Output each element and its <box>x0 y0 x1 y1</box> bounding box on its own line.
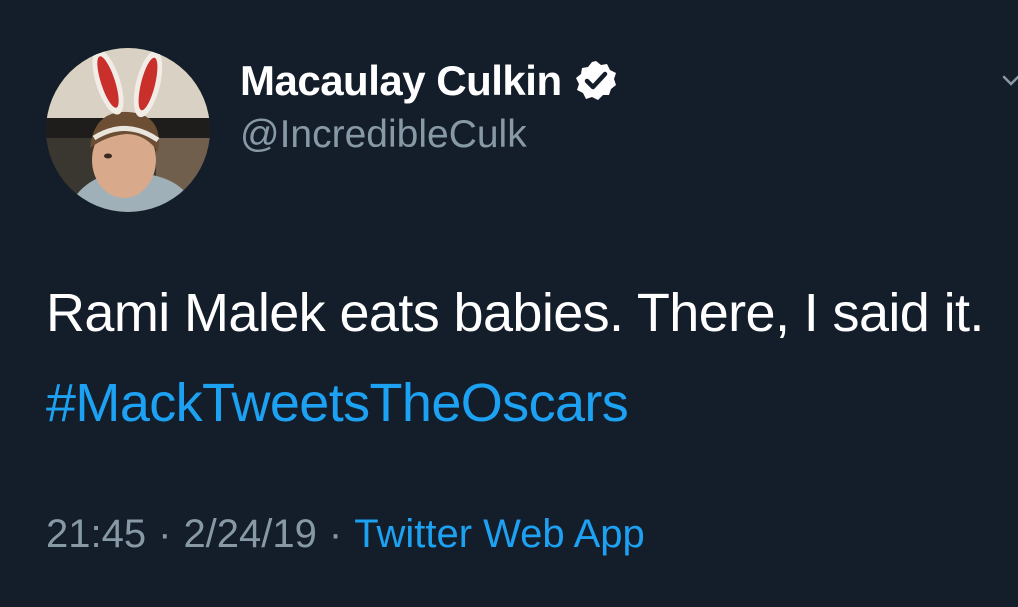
tweet-text: Rami Malek eats babies. There, I said it… <box>46 268 986 448</box>
tweet-source-link[interactable]: Twitter Web App <box>354 512 645 557</box>
hashtag-link[interactable]: #MackTweetsTheOscars <box>46 373 629 433</box>
verified-badge-icon <box>574 59 618 103</box>
display-name[interactable]: Macaulay Culkin <box>240 57 562 105</box>
display-name-row: Macaulay Culkin <box>240 57 618 105</box>
tweet-card: Macaulay Culkin @IncredibleCulk Rami Mal… <box>0 0 1018 607</box>
chevron-down-icon[interactable] <box>1000 70 1018 92</box>
avatar[interactable] <box>46 48 210 212</box>
meta-separator: · <box>158 512 172 556</box>
tweet-time[interactable]: 21:45 <box>46 512 146 557</box>
tweet-date[interactable]: 2/24/19 <box>183 512 316 557</box>
meta-separator: · <box>328 512 343 556</box>
tweet-meta: 21:45 · 2/24/19 · Twitter Web App <box>46 512 645 557</box>
user-handle[interactable]: @IncredibleCulk <box>240 113 527 157</box>
tweet-body: Rami Malek eats babies. There, I said it… <box>46 283 984 343</box>
profile-photo-icon <box>46 48 210 212</box>
